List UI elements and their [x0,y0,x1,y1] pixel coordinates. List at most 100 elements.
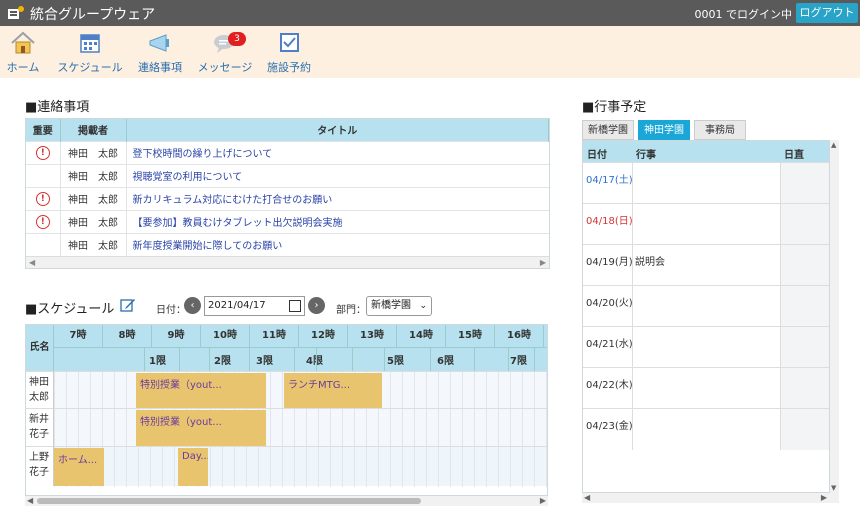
notice-title-link[interactable]: 新年度授業開始に際してのお願い [126,232,549,256]
schedule-event[interactable]: 特別授業（yout... [136,373,266,408]
events-vscroll[interactable]: ▲ ▼ [830,140,839,493]
grid-line [426,372,427,409]
grid-line [294,447,295,487]
event-row[interactable]: 04/17(土) [583,162,829,204]
col-date: 日付 [587,150,607,161]
scroll-up-icon[interactable]: ▲ [831,141,836,149]
notice-title-link[interactable]: 視聴覚室の利用について [126,163,549,187]
grid-line [78,372,79,409]
event-date: 04/22(木) [586,380,633,391]
grid-line [282,447,283,487]
events-hscroll[interactable]: ◀ ▶ [582,493,839,503]
nav-item-messages[interactable]: 3 メッセージ [196,30,254,75]
grid-line [474,409,475,447]
notice-title-link[interactable]: 【要参加】教員むけタブレット出欠説明会実施 [126,209,549,233]
nav-item-home[interactable]: ホーム [4,30,42,75]
grid-line [438,447,439,487]
grid-line [330,447,331,487]
edit-icon[interactable] [120,297,136,313]
grid-line [546,409,547,447]
person-name: 上野 花子 [26,446,54,486]
grid-line [402,447,403,487]
table-row[interactable]: 神田 太郎 視聴覚室の利用について [26,163,549,187]
notices-table: 重要 掲載者 タイトル ! 神田 太郎 登下校時間の繰り上げについて 神田 太郎 視聴覚… [25,118,550,269]
event-row[interactable]: 04/22(木) [583,367,829,409]
table-row[interactable]: ! 神田 太郎 新カリキュラム対応にむけた打合せのお願い [26,186,549,210]
grid-line [546,372,547,409]
event-date: 04/17(土) [586,175,633,186]
table-row[interactable]: 神田 太郎 新年度授業開始に際してのお願い [26,232,549,256]
notices-scrollbar[interactable]: ◀ ▶ [26,256,549,268]
event-row[interactable]: 04/19(月) 説明会 [583,244,829,286]
schedule-row[interactable]: 特別授業（yout... ランチMTG... [54,371,547,409]
scroll-left-icon[interactable]: ◀ [584,493,590,502]
col-title: タイトル [126,119,549,141]
grid-line [102,372,103,409]
date-input[interactable]: 2021/04/17 [204,296,305,316]
tab-shinbashi[interactable]: 新橋学園 [582,120,634,140]
schedule-scrollbar[interactable]: ◀ ▶ [25,496,548,506]
notice-title-link[interactable]: 登下校時間の繰り上げについて [126,140,549,164]
scroll-right-icon[interactable]: ▶ [821,493,827,502]
schedule-event[interactable]: Day... [178,448,208,486]
period-divider [249,347,250,371]
scroll-right-icon[interactable]: ▶ [540,496,546,505]
scroll-down-icon[interactable]: ▼ [831,484,836,492]
tab-kanda[interactable]: 神田学園 [638,120,690,145]
grid-line [306,447,307,487]
event-row[interactable]: 04/21(水) [583,326,829,368]
event-row[interactable]: 04/23(金) [583,408,829,450]
schedule-event[interactable]: 特別授業（yout... [136,410,266,446]
grid-line [162,447,163,487]
prev-day-button[interactable]: ‹ [184,297,201,314]
schedule-event[interactable]: ランチMTG... [284,373,382,408]
hour-label: 15時 [446,325,495,347]
grid-line [474,372,475,409]
home-icon [11,31,35,54]
grid-line [510,409,511,447]
notice-title-link[interactable]: 新カリキュラム対応にむけた打合せのお願い [126,186,549,210]
scroll-left-icon[interactable]: ◀ [27,496,33,505]
grid-line [114,372,115,409]
nav-item-facility[interactable]: 施設予約 [264,30,314,75]
grid-line [390,447,391,487]
tab-office[interactable]: 事務局 [694,120,746,140]
scrollbar-thumb[interactable] [37,498,421,504]
person-name: 新井 花子 [26,408,54,446]
grid-line [522,447,523,487]
nav-item-schedule[interactable]: スケジュール [55,30,125,75]
hour-label: 7時 [54,325,103,347]
grid-line [522,372,523,409]
grid-line [342,409,343,447]
schedule-event[interactable]: ホーム... [54,448,104,486]
grid-line [390,372,391,409]
events-header: 日付 行事 日直 [583,141,829,162]
calendar-picker-icon[interactable] [289,300,301,312]
author-cell: 神田 太郎 [60,186,127,210]
event-row[interactable]: 04/18(日) [583,203,829,245]
schedule-row[interactable]: 特別授業（yout... [54,408,547,447]
grid-line [414,447,415,487]
logout-button[interactable]: ログアウト [796,3,858,23]
table-row[interactable]: ! 神田 太郎 【要参加】教員むけタブレット出欠説明会実施 [26,209,549,233]
grid-line [462,372,463,409]
schedule-row[interactable]: ホーム... Day... [54,446,547,487]
dept-select[interactable]: 新橋学園 ⌄ [366,296,432,316]
grid-line [126,447,127,487]
nav-item-notices[interactable]: 連絡事項 [136,30,184,75]
grid-line [366,409,367,447]
grid-line [450,409,451,447]
period-label: 3限 [256,356,273,367]
scroll-right-icon[interactable]: ▶ [540,258,546,267]
chevron-down-icon: ⌄ [419,301,427,311]
period-divider [179,347,180,371]
nav-label-messages: メッセージ [197,61,253,74]
grid-line [78,409,79,447]
event-row[interactable]: 04/20(火) [583,285,829,327]
event-date: 04/19(月) [586,257,633,268]
table-row[interactable]: ! 神田 太郎 登下校時間の繰り上げについて [26,140,549,164]
scroll-left-icon[interactable]: ◀ [29,258,35,267]
duty-cell [780,327,829,368]
period-label: 4限 [306,356,323,367]
next-day-button[interactable]: › [308,297,325,314]
